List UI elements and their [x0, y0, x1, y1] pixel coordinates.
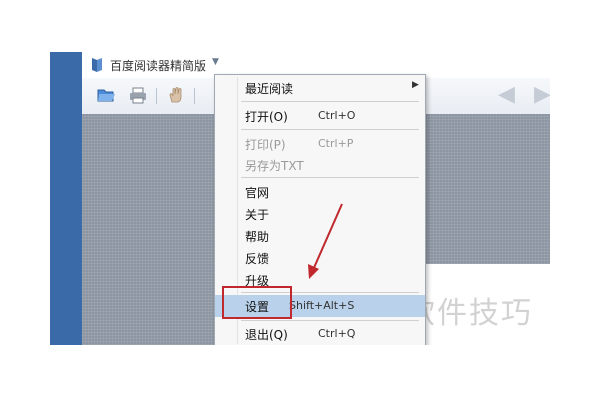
menu-item-label: 退出(Q): [245, 328, 288, 342]
menu-item-exit[interactable]: 退出(Q) Ctrl+Q: [215, 323, 425, 345]
menu-separator: [241, 101, 419, 102]
menu-item-shortcut: Ctrl+O: [318, 109, 356, 122]
menu-item-shortcut: Ctrl+Q: [318, 327, 356, 340]
menu-dropdown-toggle[interactable]: ▼: [212, 57, 219, 67]
menu-item-label: 官网: [245, 186, 270, 200]
hand-tool-icon[interactable]: [166, 86, 186, 104]
open-folder-icon[interactable]: [96, 86, 116, 104]
menu-item-label: 关于: [245, 208, 270, 222]
menu-item-recent[interactable]: 最近阅读 ▶: [215, 77, 425, 99]
menu-item-save-as-txt[interactable]: 另存为TXT: [215, 154, 425, 176]
menu-item-help[interactable]: 帮助: [215, 225, 425, 247]
menu-item-open[interactable]: 打开(O) Ctrl+O: [215, 105, 425, 127]
app-title: 百度阅读器精简版: [110, 59, 207, 73]
menu-item-label: 最近阅读: [245, 82, 294, 96]
menu-item-print[interactable]: 打印(P) Ctrl+P: [215, 133, 425, 155]
app-logo-icon: [92, 58, 102, 72]
menu-item-label: 反馈: [245, 252, 270, 266]
menu-item-feedback[interactable]: 反馈: [215, 247, 425, 269]
submenu-arrow-icon: ▶: [412, 80, 419, 90]
menu-item-about[interactable]: 关于: [215, 203, 425, 225]
menu-item-shortcut: Shift+Alt+S: [289, 299, 355, 312]
menu-separator: [241, 320, 419, 321]
toolbar-separator: [194, 88, 195, 104]
back-arrow-icon[interactable]: ◀: [498, 84, 515, 106]
menu-item-shortcut: Ctrl+P: [318, 137, 354, 150]
menu-item-label: 打印(P): [245, 138, 286, 152]
print-icon[interactable]: [128, 86, 148, 104]
forward-arrow-icon[interactable]: ▶: [534, 84, 550, 106]
menu-separator: [241, 177, 419, 178]
menu-item-label: 另存为TXT: [245, 159, 304, 173]
menu-item-label: 帮助: [245, 230, 270, 244]
menu-item-label: 打开(O): [245, 110, 288, 124]
menu-separator: [241, 129, 419, 130]
toolbar-separator: [156, 88, 157, 104]
app-window: 百度阅读器精简版 ▼ ◀ ▶ 软件技巧 最近阅读 ▶ 打开(O) Ctrl+O …: [50, 52, 550, 345]
menu-item-website[interactable]: 官网: [215, 181, 425, 203]
annotation-highlight-box: [222, 286, 292, 319]
window-left-edge: [50, 52, 82, 345]
